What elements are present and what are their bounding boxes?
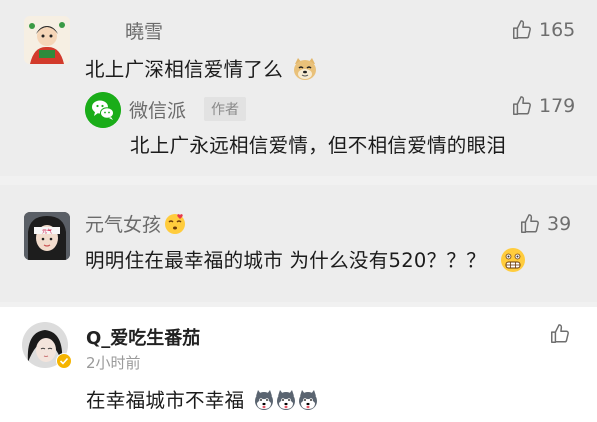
- grimacing-emoji-icon: [500, 247, 525, 272]
- comment-text-content: 北上广深相信爱情了么: [85, 58, 284, 81]
- comment-text: 在幸福城市不幸福: [86, 384, 319, 413]
- like-count: 179: [539, 95, 576, 117]
- comment-text: 北上广深相信爱情了么: [85, 53, 318, 82]
- comment-timestamp: 2小时前: [86, 354, 141, 372]
- svg-text:元气: 元气: [42, 228, 52, 235]
- comment-text-content: 明明住在最幸福的城市 为什么没有520？？？: [85, 249, 487, 272]
- user-avatar[interactable]: 元气: [24, 212, 70, 260]
- thumbs-up-icon: [521, 214, 539, 233]
- avatar-image: [24, 16, 70, 64]
- author-badge: 作者: [204, 97, 246, 121]
- blowing-kiss-emoji-icon: [165, 213, 186, 234]
- comment-username-label: 元气女孩: [85, 214, 162, 236]
- like-count: 39: [547, 213, 572, 235]
- wechat-logo-icon: [85, 92, 121, 128]
- husky-emoji-icon: [254, 389, 273, 410]
- emoji-group: [246, 389, 319, 412]
- comment-text: 明明住在最幸福的城市 为什么没有520？？？: [85, 244, 527, 274]
- husky-emoji-icon: [276, 389, 295, 410]
- reply-text: 北上广永远相信爱情，但不相信爱情的眼泪: [130, 134, 507, 157]
- like-button[interactable]: [549, 323, 571, 345]
- comment-card-3: Q_爱吃生番茄 2小时前 在幸福城市不幸福: [0, 307, 597, 422]
- verified-badge-icon: [56, 353, 72, 369]
- like-count: 165: [539, 19, 576, 41]
- author-username[interactable]: 微信派: [129, 96, 186, 123]
- author-avatar[interactable]: [85, 92, 121, 128]
- comment-username[interactable]: 元气女孩: [85, 210, 187, 237]
- doge-emoji-icon: [293, 57, 316, 80]
- thumbs-up-icon: [513, 96, 531, 115]
- comment-username[interactable]: 曉雪: [125, 17, 163, 44]
- like-button[interactable]: 165: [511, 19, 575, 41]
- thumbs-up-icon: [551, 324, 569, 343]
- comment-text-content: 在幸福城市不幸福: [86, 389, 245, 412]
- comment-card-2: 元气 元气女孩 39 明明住在最幸福的城市 为什么没有520？？？: [0, 185, 597, 302]
- comment-username[interactable]: Q_爱吃生番茄: [86, 324, 200, 350]
- avatar-image: 元气: [24, 212, 70, 260]
- user-avatar[interactable]: [24, 16, 70, 64]
- comment-card-1: 曉雪 165 北上广深相信爱情了么 微信派 作者 179 北上广永远相信爱情，但…: [0, 0, 597, 176]
- thumbs-up-icon: [513, 20, 531, 39]
- like-button[interactable]: 39: [519, 213, 571, 235]
- husky-emoji-icon: [298, 389, 317, 410]
- like-button[interactable]: 179: [511, 95, 575, 117]
